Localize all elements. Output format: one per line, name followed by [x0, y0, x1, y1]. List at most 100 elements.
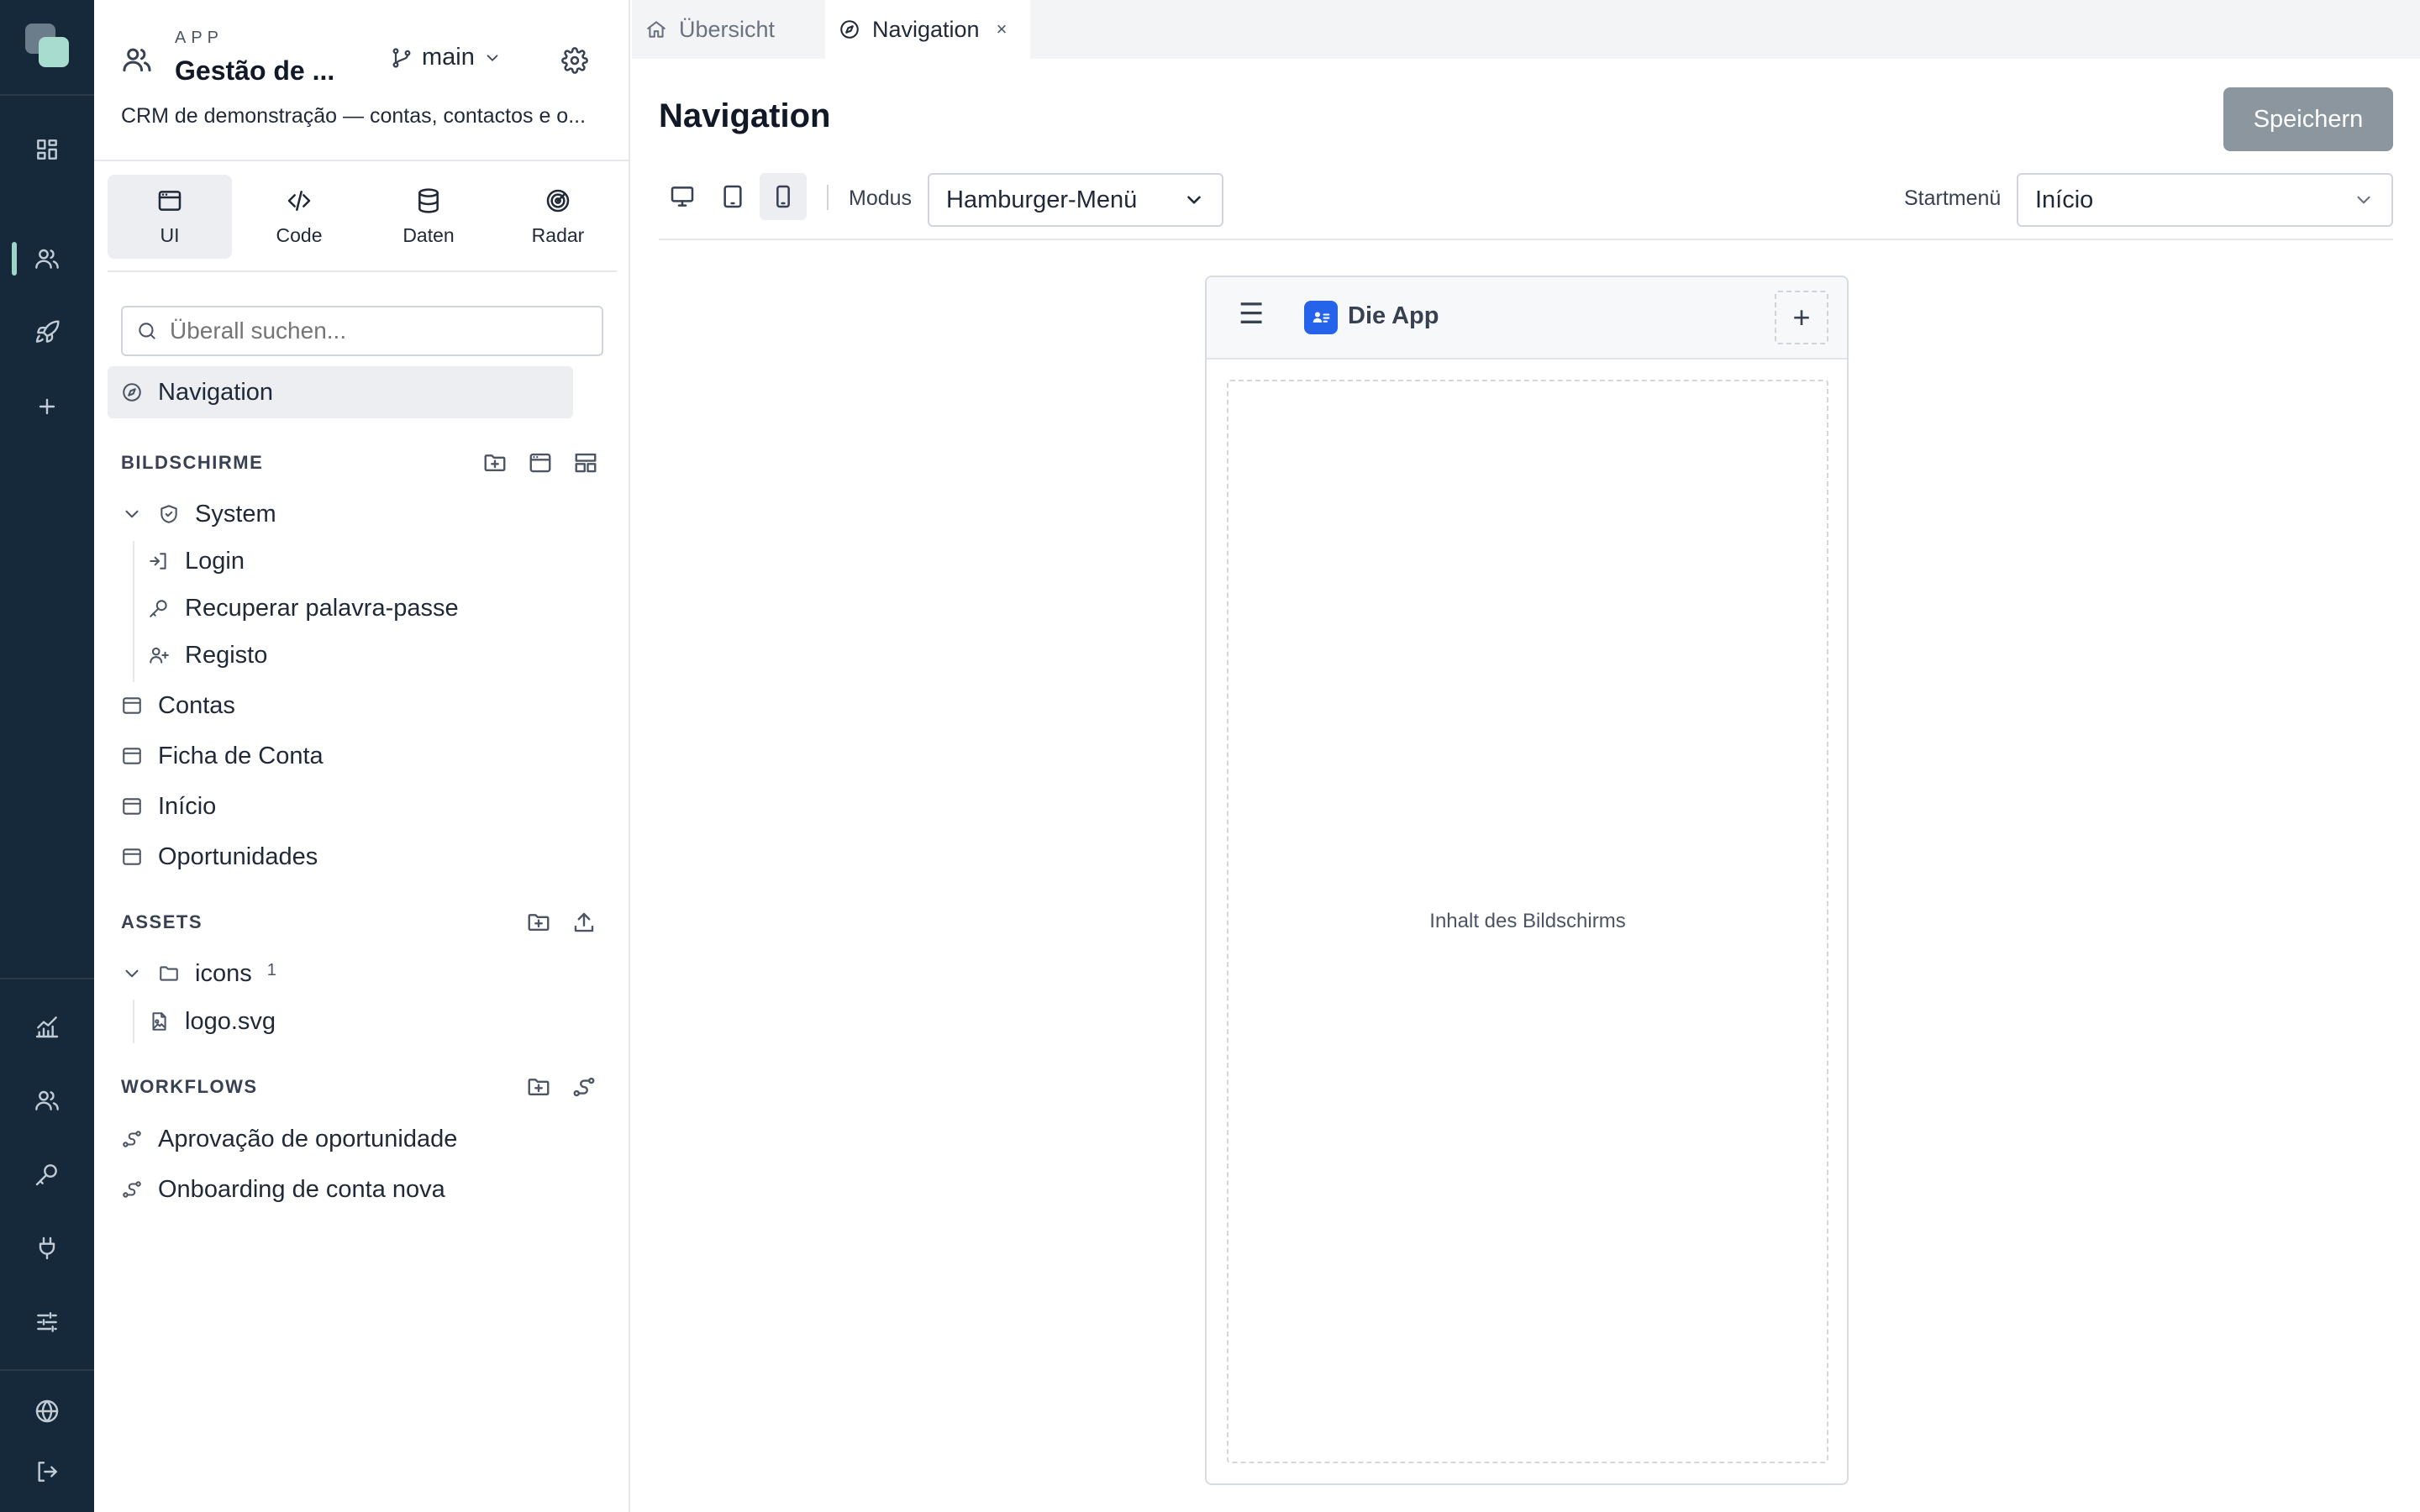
rail-deploy-button[interactable] — [0, 302, 94, 363]
rail-apps-button[interactable] — [0, 228, 94, 289]
app-rail — [0, 0, 94, 1512]
new-workflow-button[interactable] — [571, 1074, 597, 1100]
workflow-icon — [573, 1077, 595, 1097]
rail-settings-button[interactable] — [0, 1292, 94, 1352]
device-desktop-button[interactable] — [659, 173, 706, 220]
section-title-screens: BILDSCHIRME — [121, 452, 264, 473]
workflow-icon — [121, 1128, 143, 1150]
globe-icon — [34, 1398, 60, 1425]
branch-selector[interactable]: main — [390, 44, 502, 71]
window-icon — [121, 745, 143, 767]
workflow-icon — [121, 1179, 143, 1200]
app-settings-button[interactable] — [561, 47, 588, 74]
mode-tab-label: Daten — [402, 223, 455, 246]
save-button[interactable]: Speichern — [2223, 87, 2393, 151]
tree-item-workflow-approval[interactable]: Aprovação de oportunidade — [121, 1117, 457, 1161]
tree-item-label: Ficha de Conta — [158, 742, 324, 769]
code-icon — [286, 187, 313, 214]
preview-content-area[interactable]: Inhalt des Bildschirms — [1227, 380, 1828, 1463]
tree-item-workflow-onboarding[interactable]: Onboarding de conta nova — [121, 1168, 445, 1211]
app-badge-icon — [1304, 301, 1338, 334]
upload-button[interactable] — [571, 910, 597, 935]
tree-item-contas[interactable]: Contas — [121, 684, 235, 727]
mode-tab-ui[interactable]: UI — [108, 175, 232, 259]
folder-count-badge: 1 — [266, 960, 276, 979]
mode-tab-label: Radar — [531, 223, 585, 246]
tree-item-ficha-de-conta[interactable]: Ficha de Conta — [121, 734, 324, 778]
window-icon — [121, 795, 143, 817]
new-folder-button[interactable] — [526, 910, 551, 935]
tree-item-register[interactable]: Registo — [148, 633, 267, 677]
mode-tab-radar[interactable]: Radar — [496, 175, 620, 259]
tab-close-button[interactable]: × — [997, 18, 1007, 40]
device-mobile-button[interactable] — [760, 173, 807, 220]
hamburger-menu-icon[interactable]: ☰ — [1239, 297, 1264, 331]
new-screen-button[interactable] — [528, 450, 553, 475]
folder-plus-icon — [528, 1079, 550, 1095]
preview-add-button[interactable]: + — [1775, 291, 1828, 344]
tree-item-logo-svg[interactable]: logo.svg — [148, 1000, 276, 1043]
tree-item-label: Recuperar palavra-passe — [185, 594, 459, 622]
plus-icon — [34, 393, 60, 420]
rail-team-button[interactable] — [0, 1070, 94, 1131]
mode-tab-code[interactable]: Code — [237, 175, 361, 259]
upload-icon — [574, 912, 594, 932]
tree-item-label: System — [195, 500, 276, 528]
start-menu-label: Startmenü — [1904, 186, 2002, 210]
rail-keys-button[interactable] — [0, 1144, 94, 1205]
rail-analytics-button[interactable] — [0, 996, 94, 1057]
tree-folder-system[interactable]: System — [121, 492, 276, 536]
rail-divider — [0, 94, 94, 96]
mode-select[interactable]: Hamburger-Menü — [928, 173, 1223, 227]
window-icon — [121, 846, 143, 868]
window-icon — [529, 453, 551, 473]
window-icon — [121, 695, 143, 717]
sidebar-item-label: Navigation — [158, 378, 274, 406]
tree-item-label: Onboarding de conta nova — [158, 1175, 445, 1203]
new-layout-button[interactable] — [573, 450, 598, 475]
tree-item-login[interactable]: Login — [148, 539, 245, 583]
tree-guide-line — [133, 1000, 134, 1043]
chevron-down-icon — [1183, 189, 1205, 211]
tree-item-label: Contas — [158, 691, 235, 719]
tab-overview[interactable]: Übersicht — [645, 0, 775, 59]
tree-folder-icons[interactable]: icons 1 — [121, 952, 276, 995]
folder-icon — [158, 963, 180, 984]
start-menu-select[interactable]: Início — [2017, 173, 2393, 227]
mode-tab-data[interactable]: Daten — [366, 175, 491, 259]
tab-label: Übersicht — [679, 16, 776, 42]
new-folder-button[interactable] — [482, 450, 508, 475]
rail-integrations-button[interactable] — [0, 1218, 94, 1278]
dashboard-icon — [34, 136, 60, 163]
mobile-preview: ☰ Die App + Inhalt des Bildschirms — [1205, 276, 1849, 1485]
tree-item-label: Aprovação de oportunidade — [158, 1125, 458, 1152]
app-users-icon — [121, 44, 153, 76]
chevron-down-icon — [121, 503, 143, 525]
tree-item-oportunidades[interactable]: Oportunidades — [121, 835, 318, 879]
start-menu-select-value: Início — [2035, 186, 2094, 213]
tree-item-recover-password[interactable]: Recuperar palavra-passe — [148, 586, 459, 630]
workflows-actions — [526, 1074, 597, 1100]
tree-item-label: Login — [185, 547, 245, 575]
tree-item-inicio[interactable]: Início — [121, 785, 216, 828]
new-folder-button[interactable] — [526, 1074, 551, 1100]
tree-item-label: Início — [158, 792, 217, 820]
rail-language-button[interactable] — [0, 1381, 94, 1441]
rail-divider — [0, 1369, 94, 1371]
rail-logout-button[interactable] — [0, 1441, 94, 1502]
workspace-logo[interactable] — [24, 22, 71, 69]
search-icon — [136, 320, 158, 342]
device-tablet-button[interactable] — [709, 173, 756, 220]
search-input[interactable] — [170, 318, 590, 344]
logout-icon — [34, 1458, 60, 1485]
assets-actions — [526, 910, 597, 935]
rail-dashboard-button[interactable] — [0, 119, 94, 180]
branch-name: main — [422, 44, 475, 71]
toolbar-divider — [827, 185, 829, 210]
rail-add-button[interactable] — [0, 376, 94, 437]
chevron-down-icon — [121, 963, 143, 984]
folder-plus-icon — [528, 914, 550, 931]
git-branch-icon — [390, 46, 413, 70]
window-icon — [156, 187, 183, 214]
sidebar-divider — [108, 270, 617, 272]
